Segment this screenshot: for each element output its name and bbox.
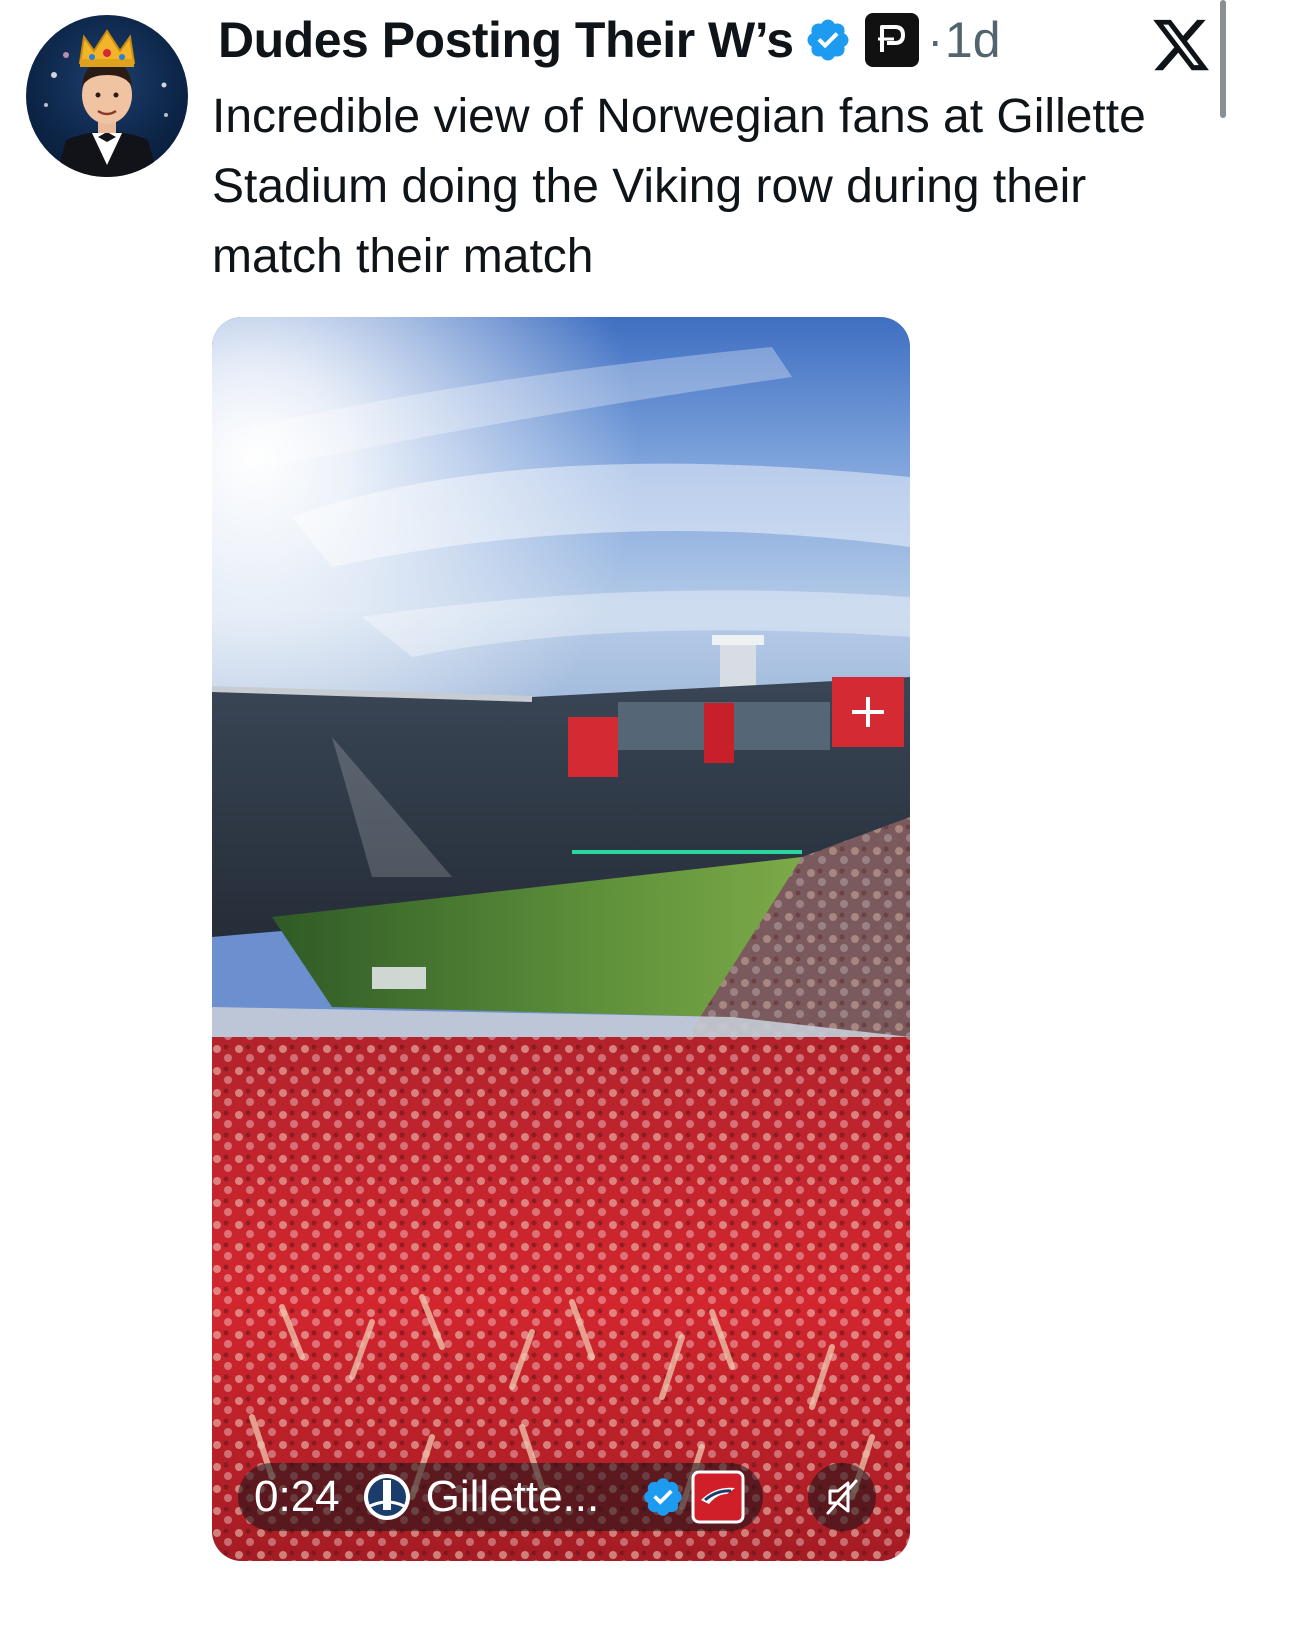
affiliate-p-badge-icon[interactable] — [864, 12, 920, 68]
author-display-name[interactable]: Dudes Posting Their W’s — [218, 11, 794, 69]
meta-separator: · — [927, 14, 943, 66]
tweet-timestamp[interactable]: 1d — [945, 11, 1001, 69]
speaker-muted-icon — [826, 1479, 858, 1515]
tweet-body-text: Incredible view of Norwegian fans at Gil… — [212, 90, 1146, 283]
video-source-name[interactable]: Gillette... — [426, 1472, 600, 1522]
author-header: Dudes Posting Their W’s · 1d — [218, 4, 1001, 76]
x-logo-icon[interactable] — [1150, 14, 1212, 76]
scrollbar-thumb[interactable] — [1220, 0, 1226, 118]
patriots-logo-icon — [691, 1470, 745, 1524]
verified-badge-icon — [804, 16, 852, 64]
gillette-stadium-logo-icon[interactable] — [362, 1472, 412, 1522]
video-player[interactable]: 0:24 Gillette... — [212, 317, 910, 1561]
avatar-illustration — [44, 29, 168, 177]
mute-toggle-button[interactable] — [808, 1463, 876, 1531]
author-avatar[interactable] — [26, 15, 188, 177]
video-frame-stadium — [212, 317, 910, 1561]
video-elapsed-time: 0:24 — [254, 1472, 340, 1521]
video-info-bar: 0:24 Gillette... — [238, 1463, 764, 1531]
source-verified-badge-icon — [641, 1475, 685, 1519]
